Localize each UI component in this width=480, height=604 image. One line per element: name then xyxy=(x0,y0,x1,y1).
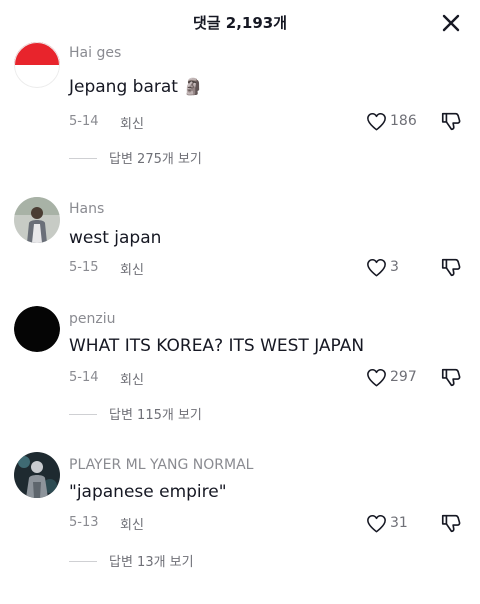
view-replies-label: 답변 13개 보기 xyxy=(109,555,194,570)
dislike-button[interactable] xyxy=(440,366,462,390)
black-circle-avatar xyxy=(14,306,60,352)
like-button[interactable]: 297 xyxy=(366,366,422,390)
dislike-button[interactable] xyxy=(440,110,462,134)
reply-button[interactable]: 회신 xyxy=(120,514,144,533)
like-button[interactable]: 3 xyxy=(366,256,422,280)
like-button[interactable]: 186 xyxy=(366,110,422,134)
thumbs-down-icon xyxy=(441,112,461,131)
reply-button[interactable]: 회신 xyxy=(120,113,144,132)
avatar[interactable] xyxy=(14,42,60,88)
comment-date: 5-14 xyxy=(69,114,99,129)
close-button[interactable] xyxy=(438,10,464,36)
comment-date: 5-13 xyxy=(69,515,99,530)
comment-text: WHAT ITS KOREA? ITS WEST JAPAN xyxy=(69,336,365,356)
person-photo-avatar xyxy=(14,197,60,243)
comment-date: 5-15 xyxy=(69,260,99,275)
thumbs-down-icon xyxy=(441,368,461,387)
like-count: 3 xyxy=(390,259,399,275)
view-replies-label: 답변 115개 보기 xyxy=(109,408,202,423)
comment-text-body: Jepang barat xyxy=(69,77,178,97)
comment-text: "japanese empire" xyxy=(69,482,227,502)
comment-count-title: 댓글 2,193개 xyxy=(192,14,288,32)
comment-username[interactable]: Hans xyxy=(69,201,104,217)
reply-button[interactable]: 회신 xyxy=(120,259,144,278)
like-count: 186 xyxy=(390,113,417,129)
like-count: 31 xyxy=(390,515,408,531)
close-icon xyxy=(442,14,460,32)
heart-icon xyxy=(367,514,386,533)
comment-username[interactable]: Hai ges xyxy=(69,45,121,61)
avatar[interactable] xyxy=(14,306,60,352)
comment-text: west japan xyxy=(69,228,162,248)
moai-emoji: 🗿 xyxy=(183,77,204,96)
avatar[interactable] xyxy=(14,452,60,498)
comment-username[interactable]: penziu xyxy=(69,311,115,327)
thumbs-down-icon xyxy=(441,514,461,533)
replies-divider-line xyxy=(69,158,97,159)
game-character-avatar xyxy=(14,452,60,498)
reply-button[interactable]: 회신 xyxy=(120,369,144,388)
view-replies-label: 답변 275개 보기 xyxy=(109,152,202,167)
replies-divider-line xyxy=(69,561,97,562)
dislike-button[interactable] xyxy=(440,256,462,280)
comment-username[interactable]: PLAYER ML YANG NORMAL xyxy=(69,457,253,473)
dislike-button[interactable] xyxy=(440,512,462,536)
comment-text: Jepang barat 🗿 xyxy=(69,77,203,97)
comment-date: 5-14 xyxy=(69,370,99,385)
thumbs-down-icon xyxy=(441,258,461,277)
heart-icon xyxy=(367,368,386,387)
heart-icon xyxy=(367,258,386,277)
replies-divider-line xyxy=(69,414,97,415)
like-count: 297 xyxy=(390,369,417,385)
like-button[interactable]: 31 xyxy=(366,512,422,536)
comments-header: 댓글 2,193개 xyxy=(0,0,480,44)
heart-icon xyxy=(367,112,386,131)
flag-avatar-image xyxy=(14,42,60,88)
avatar[interactable] xyxy=(14,197,60,243)
